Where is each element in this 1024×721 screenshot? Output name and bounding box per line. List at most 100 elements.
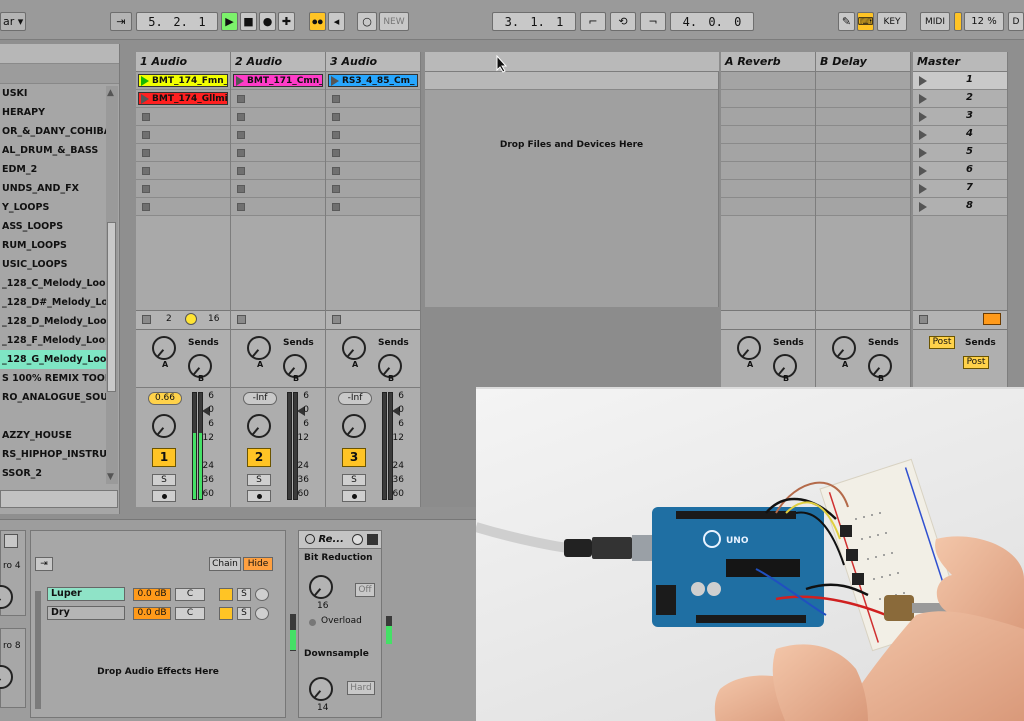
volume-value[interactable]: 0.66: [148, 392, 182, 405]
chain-pan[interactable]: C: [175, 607, 205, 620]
browser-search-field[interactable]: [0, 490, 118, 508]
browser-item[interactable]: _128_C_Melody_Loop_: [0, 274, 106, 293]
scene-launch-icon[interactable]: [919, 76, 927, 86]
browser-item[interactable]: _128_F_Melody_Loop_: [0, 331, 106, 350]
clip-slot[interactable]: [136, 126, 230, 144]
chain-hotswap-icon[interactable]: [255, 588, 269, 601]
scene-launch-slot[interactable]: 1: [913, 72, 1007, 90]
bit-reduction-off-button[interactable]: Off: [355, 583, 375, 597]
clip[interactable]: BMT_174_Gllmi: [138, 92, 228, 105]
browser-item[interactable]: ASS_LOOPS: [0, 217, 106, 236]
return-track-title[interactable]: B Delay: [816, 52, 910, 72]
chain-row[interactable]: Dry: [47, 606, 125, 620]
punch-out-button[interactable]: ¬: [640, 12, 666, 31]
clip-slot[interactable]: [231, 144, 325, 162]
clip-slot[interactable]: BMT_174_Gllmi: [136, 90, 230, 108]
back-to-arrangement-button[interactable]: ◂: [328, 12, 345, 31]
chain-activator-speaker-icon[interactable]: [219, 588, 233, 601]
redux-title-bar[interactable]: Re...: [299, 531, 381, 549]
clip-stop-button[interactable]: [237, 167, 245, 175]
browser-item[interactable]: SSOR_2: [0, 464, 106, 483]
track-activator-button[interactable]: 2: [247, 448, 271, 467]
clip-slot[interactable]: [326, 162, 420, 180]
clip-slot[interactable]: [326, 90, 420, 108]
send-a-knob[interactable]: [342, 336, 366, 360]
return-clip-slot[interactable]: [721, 162, 815, 180]
computer-midi-keyboard-button[interactable]: ⌨: [857, 12, 874, 31]
clip-stop-button[interactable]: [332, 203, 340, 211]
clip-slot[interactable]: [136, 198, 230, 216]
clip-stop-button[interactable]: [332, 95, 340, 103]
return-clip-slot[interactable]: [721, 144, 815, 162]
macro-knob-8[interactable]: [0, 665, 13, 689]
clip-slot[interactable]: [136, 108, 230, 126]
clip-slot[interactable]: [326, 144, 420, 162]
arm-record-button[interactable]: [342, 490, 366, 502]
scene-launch-icon[interactable]: [919, 94, 927, 104]
browser-item[interactable]: UNDS_AND_FX: [0, 179, 106, 198]
clip-stop-button[interactable]: [142, 149, 150, 157]
scene-launch-slot[interactable]: 4: [913, 126, 1007, 144]
settings-icon[interactable]: [352, 534, 363, 545]
scroll-down-icon[interactable]: ▼: [107, 472, 114, 482]
scene-launch-slot[interactable]: 7: [913, 180, 1007, 198]
clip-stop-button[interactable]: [237, 203, 245, 211]
send-a-knob[interactable]: [737, 336, 761, 360]
browser-item[interactable]: OR_&_DANY_COHIBA: [0, 122, 106, 141]
device-power-button[interactable]: [4, 534, 18, 548]
loop-switch[interactable]: ⟲: [610, 12, 636, 31]
play-button[interactable]: ▶: [221, 12, 238, 31]
pan-knob[interactable]: [342, 414, 366, 438]
track-activator-box[interactable]: [237, 315, 246, 324]
arm-record-button[interactable]: [247, 490, 271, 502]
scene-launch-icon[interactable]: [919, 112, 927, 122]
downsample-knob[interactable]: [309, 677, 333, 701]
clip-slot[interactable]: [231, 180, 325, 198]
clip-slot[interactable]: [326, 180, 420, 198]
clip-slot[interactable]: [326, 198, 420, 216]
clip-stop-button[interactable]: [237, 185, 245, 193]
clip-slot[interactable]: [136, 162, 230, 180]
clip-slot[interactable]: [136, 180, 230, 198]
return-clip-slot[interactable]: [721, 180, 815, 198]
macro-knob-4[interactable]: [0, 585, 13, 609]
clip-launch-icon[interactable]: [141, 75, 149, 86]
track-activator-box[interactable]: [332, 315, 341, 324]
chain-gain[interactable]: 0.0 dB: [133, 588, 171, 601]
chain-hotswap-icon[interactable]: [255, 607, 269, 620]
clip-stop-button[interactable]: [332, 149, 340, 157]
scene-launch-icon[interactable]: [919, 184, 927, 194]
clip-stop-button[interactable]: [237, 113, 245, 121]
scene-launch-slot[interactable]: 2: [913, 90, 1007, 108]
stop-button[interactable]: ■: [240, 12, 257, 31]
clip-slot[interactable]: [231, 126, 325, 144]
browser-item[interactable]: RS_HIPHOP_INSTRUM: [0, 445, 106, 464]
clip-slot[interactable]: RS3_4_85_Cm_: [326, 72, 420, 90]
scene-launch-icon[interactable]: [919, 148, 927, 158]
control-bar-selector[interactable]: ar ▾: [0, 12, 26, 31]
clip-stop-button[interactable]: [237, 149, 245, 157]
chain-solo-button[interactable]: S: [237, 607, 251, 620]
loop-start[interactable]: 3. 1. 1: [492, 12, 576, 31]
browser-item[interactable]: RUM_LOOPS: [0, 236, 106, 255]
scene-launch-slot[interactable]: 3: [913, 108, 1007, 126]
clip-stop-button[interactable]: [237, 95, 245, 103]
pan-knob[interactable]: [152, 414, 176, 438]
solo-button[interactable]: S: [152, 474, 176, 486]
scene-launch-icon[interactable]: [919, 202, 927, 212]
post-button-a[interactable]: Post: [929, 336, 955, 349]
clip-slot[interactable]: [326, 126, 420, 144]
browser-item[interactable]: USKI: [0, 84, 106, 103]
scene-launch-slot[interactable]: 6: [913, 162, 1007, 180]
chain-pan[interactable]: C: [175, 588, 205, 601]
record-button[interactable]: ●: [259, 12, 276, 31]
send-a-knob[interactable]: [247, 336, 271, 360]
clip-slot[interactable]: [136, 144, 230, 162]
clip-stop-button[interactable]: [142, 203, 150, 211]
scroll-up-icon[interactable]: ▲: [107, 88, 114, 98]
power-icon[interactable]: [305, 534, 315, 544]
draw-mode-button[interactable]: ✎: [838, 12, 855, 31]
chain-gain[interactable]: 0.0 dB: [133, 607, 171, 620]
send-a-knob[interactable]: [832, 336, 856, 360]
browser-item[interactable]: HERAPY: [0, 103, 106, 122]
